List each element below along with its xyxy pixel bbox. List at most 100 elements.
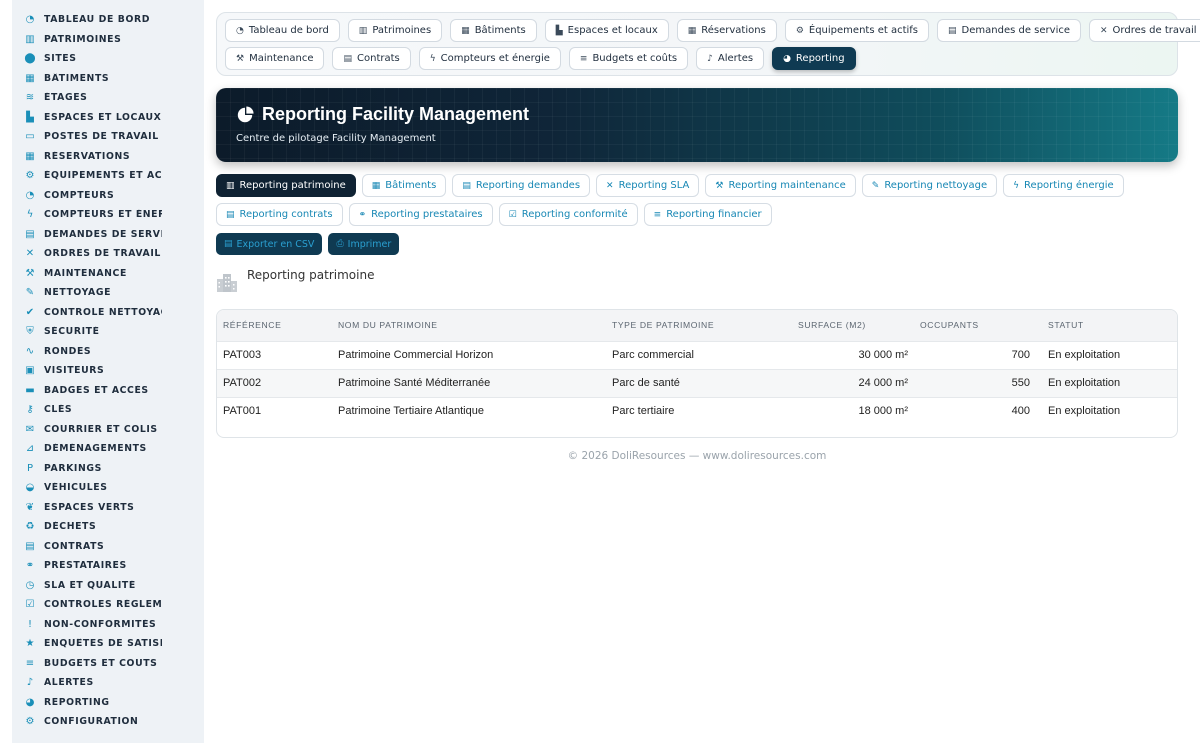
top-nav-row: ◔ Tableau de bord ▥ Patrimoines ▦ Bâtiments ▙ E…: [225, 19, 1200, 42]
nav-tab-label: Compteurs et énergie: [440, 53, 550, 64]
sidebar-item-equipements-et-actifs[interactable]: ⚙ ÉQUIPEMENTS ET ACTIFS: [12, 166, 204, 186]
sidebar-item-parkings[interactable]: P PARKINGS: [12, 459, 204, 479]
file-contract-icon: ▤: [343, 53, 352, 64]
coins-icon: ≡: [25, 657, 35, 669]
tools-icon: ✕: [1100, 25, 1108, 36]
sidebar-item-label: PATRIMOINES: [44, 33, 122, 45]
report-tab-label: Reporting maintenance: [728, 180, 846, 191]
sidebar-item-securite[interactable]: ⛨ SÉCURITÉ: [12, 322, 204, 342]
table-cell: Parc de santé: [606, 368, 792, 397]
sidebar-item-label: RÉSERVATIONS: [44, 150, 131, 162]
sidebar-item-alertes[interactable]: ♪ ALERTES: [12, 673, 204, 693]
sidebar-item-sla-et-qualite[interactable]: ◷ SLA ET QUALITÉ: [12, 576, 204, 596]
sidebar-item-badges-et-acces[interactable]: ▬ BADGES ET ACCÈS: [12, 381, 204, 401]
table-cell: PAT002: [217, 368, 332, 397]
report-tab-reporting-prestataires[interactable]: ⚭ Reporting prestataires: [348, 203, 493, 226]
report-tab-reporting-sla[interactable]: ✕ Reporting SLA: [596, 174, 700, 197]
sidebar-item-budgets-et-couts[interactable]: ≡ BUDGETS ET COÛTS: [12, 654, 204, 674]
badge-icon: ▬: [25, 384, 35, 396]
sidebar-item-contrats[interactable]: ▤ CONTRATS: [12, 537, 204, 557]
sidebar-item-vehicules[interactable]: ◒ VÉHICULES: [12, 478, 204, 498]
nav-tab-reporting[interactable]: ◕ Reporting: [772, 47, 856, 70]
table-header-row: RÉFÉRENCE NOM DU PATRIMOINE TYPE DE PATR…: [217, 310, 1177, 341]
table-cell: 18 000 m²: [792, 396, 914, 425]
shield-icon: ⛨: [26, 326, 34, 338]
sidebar-item-label: RONDES: [44, 345, 92, 357]
report-tab-label: Reporting prestataires: [371, 209, 483, 220]
table-cell: Patrimoine Santé Méditerranée: [332, 368, 606, 397]
sidebar-item-enquetes-de-satisfaction[interactable]: ★ ENQUÊTES DE SATISFACTION: [12, 634, 204, 654]
sidebar-item-maintenance[interactable]: ⚒ MAINTENANCE: [12, 264, 204, 284]
nav-tab-label: Équipements et actifs: [808, 25, 919, 36]
report-actions: ▤ Exporter en CSV ⎙ Imprimer: [216, 233, 400, 255]
nav-tab-batiments[interactable]: ▦ Bâtiments: [450, 19, 537, 42]
print-button[interactable]: ⎙ Imprimer: [328, 233, 400, 255]
export-csv-label: Exporter en CSV: [236, 238, 315, 250]
nav-tab-demandes-de-service[interactable]: ▤ Demandes de service: [937, 19, 1081, 42]
check-shield-icon: ✔: [25, 306, 35, 318]
sidebar-item-postes-de-travail[interactable]: ▭ POSTES DE TRAVAIL: [12, 127, 204, 147]
clipboard-check-icon: ☑: [25, 599, 35, 611]
chart-pie-icon: ◕: [783, 53, 791, 64]
report-tab-label: Reporting demandes: [475, 180, 581, 191]
report-tab-reporting-nettoyage[interactable]: ✎ Reporting nettoyage: [861, 174, 998, 197]
report-tab-reporting-demandes[interactable]: ▤ Reporting demandes: [452, 174, 591, 197]
sidebar-item-compteurs[interactable]: ◔ COMPTEURS: [12, 186, 204, 206]
sidebar-item-dechets[interactable]: ♻ DÉCHETS: [12, 517, 204, 537]
sidebar-item-courrier-et-colis[interactable]: ✉ COURRIER ET COLIS: [12, 420, 204, 440]
sidebar-item-label: VISITEURS: [44, 365, 105, 377]
sidebar-item-etages[interactable]: ≋ ÉTAGES: [12, 88, 204, 108]
sidebar-item-visiteurs[interactable]: ▣ VISITEURS: [12, 361, 204, 381]
report-tab-reporting-patrimoine[interactable]: ▥ Reporting patrimoine: [216, 174, 356, 197]
sidebar-item-reservations[interactable]: ▦ RÉSERVATIONS: [12, 147, 204, 167]
sidebar-item-label: COURRIER ET COLIS: [44, 423, 158, 435]
sidebar-item-demenagements[interactable]: ⊿ DÉMÉNAGEMENTS: [12, 439, 204, 459]
sidebar-item-rondes[interactable]: ∿ RONDES: [12, 342, 204, 362]
report-tab-reporting-conformite[interactable]: ☑ Reporting conformité: [498, 203, 638, 226]
export-csv-button[interactable]: ▤ Exporter en CSV: [216, 233, 323, 255]
nav-tab-contrats[interactable]: ▤ Contrats: [332, 47, 411, 70]
sidebar-item-prestataires[interactable]: ⚭ PRESTATAIRES: [12, 556, 204, 576]
envelope-icon: ✉: [25, 423, 35, 435]
nav-tab-patrimoines[interactable]: ▥ Patrimoines: [347, 19, 443, 42]
sidebar-item-non-conformites[interactable]: ! NON-CONFORMITÉS: [12, 615, 204, 635]
nav-tab-tableau-de-bord[interactable]: ◔ Tableau de bord: [225, 19, 340, 42]
sidebar-item-compteurs-et-energie[interactable]: ϟ COMPTEURS ET ÉNERGIE: [12, 205, 204, 225]
sidebar-item-sites[interactable]: ⬤ SITES: [12, 49, 204, 69]
sidebar-item-batiments[interactable]: ▦ BÂTIMENTS: [12, 69, 204, 89]
sidebar-item-ordres-de-travail[interactable]: ✕ ORDRES DE TRAVAIL: [12, 244, 204, 264]
report-tab-reporting-maintenance[interactable]: ⚒ Reporting maintenance: [705, 174, 856, 197]
sidebar-item-tableau-de-bord[interactable]: ◔ TABLEAU DE BORD: [12, 10, 204, 30]
sidebar-item-nettoyage[interactable]: ✎ NETTOYAGE: [12, 283, 204, 303]
nav-tab-alertes[interactable]: ♪ Alertes: [696, 47, 765, 70]
sidebar-item-patrimoines[interactable]: ▥ PATRIMOINES: [12, 30, 204, 50]
sidebar-item-label: NETTOYAGE: [44, 287, 112, 299]
report-tab-label: Reporting patrimoine: [239, 180, 346, 191]
sidebar-item-label: ÉTAGES: [44, 92, 88, 104]
table-row[interactable]: PAT001 Patrimoine Tertiaire Atlantique Par…: [217, 396, 1177, 425]
nav-tab-espaces-et-locaux[interactable]: ▙ Espaces et locaux: [544, 19, 669, 42]
sidebar-item-cles[interactable]: ⚷ CLÉS: [12, 400, 204, 420]
nav-tab-budgets-et-couts[interactable]: ≡ Budgets et coûts: [568, 47, 689, 70]
table-cell: 550: [914, 368, 1036, 397]
sidebar-item-espaces-et-locaux[interactable]: ▙ ESPACES ET LOCAUX: [12, 108, 204, 128]
sidebar-item-controles-reglementaires[interactable]: ☑ CONTRÔLES RÉGLEMENTAIRES: [12, 595, 204, 615]
sidebar-item-espaces-verts[interactable]: ❦ ESPACES VERTS: [12, 498, 204, 518]
sidebar-item-reporting[interactable]: ◕ REPORTING: [12, 693, 204, 713]
table-row[interactable]: PAT003 Patrimoine Commercial Horizon Parc …: [217, 340, 1177, 369]
sidebar-item-configuration[interactable]: ⚙ CONFIGURATION: [12, 712, 204, 732]
report-tab-reporting-contrats[interactable]: ▤ Reporting contrats: [216, 203, 343, 226]
door-icon: ▙: [555, 25, 563, 36]
report-tab-reporting-energie[interactable]: ϟ Reporting énergie: [1003, 174, 1124, 197]
report-tab-batiments[interactable]: ▦ Bâtiments: [361, 174, 447, 197]
nav-tab-compteurs-et-energie[interactable]: ϟ Compteurs et énergie: [418, 47, 561, 70]
sidebar-item-label: POSTES DE TRAVAIL: [44, 131, 159, 143]
report-tab-reporting-financier[interactable]: ≡ Reporting financier: [643, 203, 772, 226]
sidebar-item-demandes-de-service[interactable]: ▤ DEMANDES DE SERVICE: [12, 225, 204, 245]
nav-tab-equipements-et-actifs[interactable]: ⚙ Équipements et actifs: [784, 19, 930, 42]
nav-tab-reservations[interactable]: ▦ Réservations: [676, 19, 777, 42]
nav-tab-maintenance[interactable]: ⚒ Maintenance: [225, 47, 325, 70]
nav-tab-ordres-de-travail[interactable]: ✕ Ordres de travail: [1089, 19, 1200, 42]
sidebar-item-controle-nettoyage[interactable]: ✔ CONTRÔLE NETTOYAGE: [12, 303, 204, 323]
table-row[interactable]: PAT002 Patrimoine Santé Méditerranée Parc …: [217, 368, 1177, 397]
